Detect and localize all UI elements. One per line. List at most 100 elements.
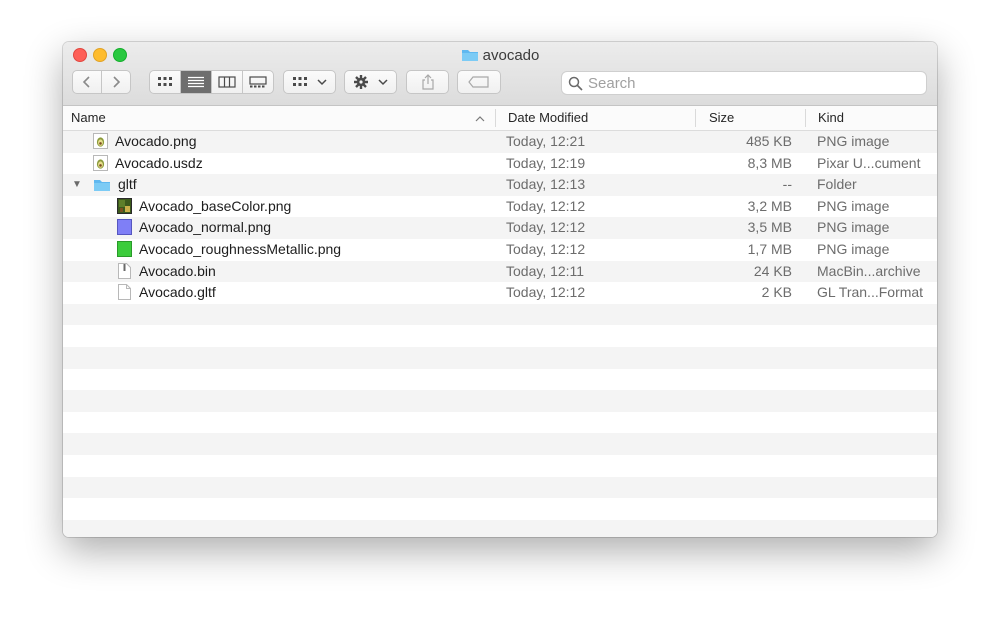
file-kind: GL Tran...Format	[817, 284, 924, 301]
file-date: Today, 12:21	[506, 133, 586, 149]
search-icon	[568, 76, 583, 91]
empty-row	[63, 303, 937, 326]
file-name: Avocado_roughnessMetallic.png	[139, 241, 342, 257]
window-title: avocado	[63, 47, 937, 66]
tags-button[interactable]	[457, 70, 501, 94]
column-view-button[interactable]	[212, 71, 243, 93]
file-row[interactable]: Avocado.usdz Today, 12:19 8,3 MB Pixar U…	[63, 153, 937, 175]
file-row[interactable]: Avocado_baseColor.png Today, 12:12 3,2 M…	[63, 196, 937, 218]
file-name: Avocado.usdz	[115, 154, 203, 171]
file-date: Today, 12:12	[506, 284, 586, 301]
chevron-left-icon	[82, 76, 90, 88]
file-row[interactable]: Avocado.png Today, 12:21 485 KB PNG imag…	[63, 131, 937, 153]
file-name: Avocado_baseColor.png	[139, 197, 292, 214]
disclosure-triangle-icon[interactable]: ▼	[72, 174, 82, 196]
normal-map-thumbnail-icon	[117, 219, 132, 236]
column-header: Name Date Modified Size Kind	[63, 106, 937, 131]
file-name-cell: Avocado.usdz	[93, 153, 203, 175]
file-date: Today, 12:19	[506, 154, 586, 171]
file-name-cell: Avocado.bin	[117, 261, 216, 283]
file-date: Today, 12:12	[506, 197, 586, 214]
file-date: Today, 12:12	[506, 219, 586, 236]
group-by-button[interactable]	[283, 70, 336, 94]
column-header-date[interactable]: Date Modified	[500, 106, 696, 130]
empty-row	[63, 519, 937, 537]
share-button[interactable]	[406, 70, 449, 94]
file-kind: Pixar U...cument	[817, 154, 921, 171]
avocado-image-icon	[93, 133, 108, 149]
column-header-name[interactable]: Name	[63, 106, 495, 130]
folder-icon	[461, 48, 479, 66]
file-size: --	[782, 176, 792, 193]
file-row[interactable]: Avocado.bin Today, 12:11 24 KB MacBin...…	[63, 260, 937, 283]
file-kind: PNG image	[817, 241, 890, 257]
empty-row	[63, 390, 937, 412]
avocado-image-icon	[93, 154, 108, 171]
view-mode-control	[149, 70, 274, 94]
file-name: Avocado.png	[115, 133, 197, 149]
tag-icon	[468, 76, 489, 88]
window-title-text: avocado	[482, 47, 540, 64]
file-size: 2 KB	[761, 284, 792, 301]
back-button[interactable]	[73, 71, 102, 93]
empty-row	[63, 476, 937, 499]
gallery-icon	[249, 76, 267, 88]
list-icon	[188, 76, 204, 88]
gallery-view-button[interactable]	[243, 71, 273, 93]
column-date-label: Date Modified	[508, 110, 589, 125]
share-icon	[421, 74, 434, 90]
file-size: 1,7 MB	[747, 241, 792, 257]
column-divider[interactable]	[695, 109, 696, 127]
sort-ascending-icon	[475, 116, 485, 122]
empty-row	[63, 369, 937, 391]
search-placeholder: Search	[588, 74, 636, 92]
archive-file-icon	[117, 262, 132, 279]
file-name: Avocado_normal.png	[139, 219, 272, 236]
roughness-thumbnail-icon	[117, 241, 132, 257]
column-name-label: Name	[71, 110, 106, 125]
empty-row	[63, 433, 937, 455]
file-size: 3,2 MB	[747, 197, 792, 214]
empty-row	[63, 412, 937, 434]
column-divider[interactable]	[495, 109, 496, 127]
file-kind: PNG image	[817, 133, 890, 149]
column-size-label: Size	[709, 110, 735, 125]
file-name-cell: Avocado.gltf	[117, 282, 216, 304]
folder-row[interactable]: ▼ gltf Today, 12:13 -- Folder	[63, 174, 937, 196]
empty-row	[63, 347, 937, 369]
file-name-cell: Avocado.png	[93, 131, 196, 153]
document-icon	[117, 284, 132, 301]
file-row[interactable]: Avocado_roughnessMetallic.png Today, 12:…	[63, 239, 937, 261]
file-date: Today, 12:13	[506, 176, 586, 193]
file-name-cell: Avocado_roughnessMetallic.png	[117, 239, 341, 261]
navigation-buttons	[72, 70, 131, 94]
finder-window: avocado Search Name Date Modified Size K…	[63, 42, 937, 537]
file-row[interactable]: Avocado.gltf Today, 12:12 2 KB GL Tran..…	[63, 282, 937, 304]
folder-icon	[93, 177, 111, 193]
forward-button[interactable]	[102, 71, 130, 93]
list-view-button[interactable]	[181, 71, 212, 93]
file-kind: Folder	[817, 176, 857, 193]
empty-row	[63, 498, 937, 520]
chevron-down-icon	[316, 79, 327, 86]
file-date: Today, 12:11	[506, 262, 585, 279]
group-grid-icon	[292, 77, 307, 86]
column-header-size[interactable]: Size	[701, 106, 805, 130]
column-header-kind[interactable]: Kind	[810, 106, 937, 130]
file-date: Today, 12:12	[506, 241, 586, 257]
file-name: Avocado.bin	[139, 262, 216, 279]
icon-grid-icon	[158, 77, 172, 86]
action-button[interactable]	[344, 70, 397, 94]
search-field[interactable]: Search	[561, 71, 927, 95]
empty-row	[63, 455, 937, 477]
column-divider[interactable]	[805, 109, 806, 127]
file-name-cell: Avocado_baseColor.png	[117, 196, 291, 218]
file-name: Avocado.gltf	[139, 284, 216, 301]
columns-icon	[218, 76, 236, 88]
texture-thumbnail-icon	[117, 197, 132, 214]
file-row[interactable]: Avocado_normal.png Today, 12:12 3,5 MB P…	[63, 217, 937, 239]
file-size: 8,3 MB	[747, 154, 792, 171]
file-kind: PNG image	[817, 197, 890, 214]
icon-view-button[interactable]	[150, 71, 181, 93]
column-kind-label: Kind	[818, 110, 845, 125]
